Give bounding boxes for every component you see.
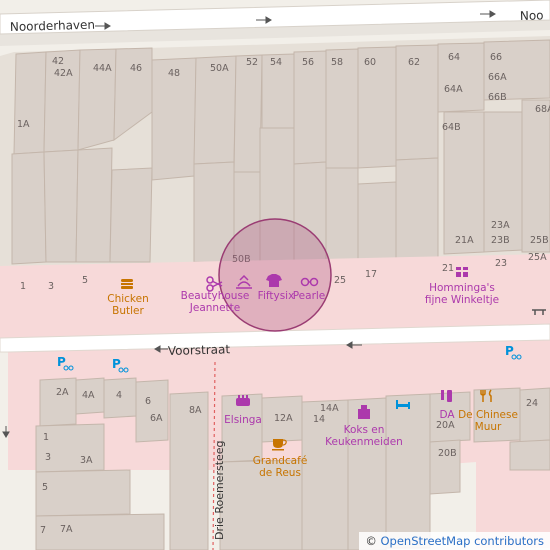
svg-text:54: 54	[270, 57, 282, 68]
poi-label-line: fijne Winkeltje	[425, 294, 499, 306]
attribution: © OpenStreetMap contributors	[359, 532, 550, 550]
svg-text:4: 4	[116, 390, 122, 401]
svg-text:66B: 66B	[488, 92, 507, 103]
poi-label-elsinga[interactable]: Elsinga	[224, 414, 262, 426]
svg-text:1: 1	[20, 281, 26, 292]
svg-text:25: 25	[334, 275, 346, 286]
svg-text:21A: 21A	[455, 235, 474, 246]
svg-text:58: 58	[331, 57, 343, 68]
svg-text:1: 1	[43, 432, 49, 443]
svg-text:64: 64	[448, 52, 460, 63]
svg-text:23: 23	[495, 258, 507, 269]
svg-text:7: 7	[40, 525, 46, 536]
svg-text:3: 3	[45, 452, 51, 463]
svg-text:50A: 50A	[210, 63, 229, 74]
poi-label-chicken-butler[interactable]: Chicken Butler	[107, 293, 149, 317]
poi-label-homminga[interactable]: Homminga's fijne Winkeltje	[425, 282, 499, 306]
svg-text:14A: 14A	[320, 403, 339, 414]
poi-label-line: Homminga's	[429, 282, 495, 294]
poi-label-line: Koks en	[344, 424, 385, 436]
poi-label-da[interactable]: DA	[439, 409, 455, 421]
svg-text:44A: 44A	[93, 63, 112, 74]
poi-label-fiftysix[interactable]: Fiftysix	[258, 290, 295, 302]
map-canvas[interactable]: Noorderhaven Noo Voorstraat Drie Roemers…	[0, 0, 550, 550]
street-label-noorderhaven-right: Noo	[520, 8, 544, 23]
copyright-symbol: ©	[365, 534, 377, 548]
poi-label-beautyhouse[interactable]: Beautyhouse Jeannette	[181, 290, 250, 314]
poi-label-line: Keukenmeiden	[325, 436, 403, 448]
cosmetics-icon[interactable]	[236, 395, 250, 406]
svg-text:56: 56	[302, 57, 314, 68]
poi-label-line: Muur	[475, 421, 502, 433]
svg-text:25A: 25A	[528, 252, 547, 263]
svg-text:42A: 42A	[54, 68, 73, 79]
svg-text:6: 6	[145, 396, 151, 407]
poi-label-pearle[interactable]: Pearle	[293, 290, 326, 302]
svg-text:2A: 2A	[56, 387, 69, 398]
poi-label-line: de Reus	[259, 467, 301, 479]
svg-text:3: 3	[48, 281, 54, 292]
svg-text:24: 24	[526, 398, 538, 409]
street-label-noorderhaven: Noorderhaven	[10, 18, 96, 34]
svg-text:66: 66	[490, 52, 502, 63]
svg-text:60: 60	[364, 57, 376, 68]
poi-label-line: Chicken	[107, 293, 149, 305]
poi-label-line: Beautyhouse	[181, 290, 250, 302]
svg-text:62: 62	[408, 57, 420, 68]
street-label-voorstraat: Voorstraat	[168, 342, 231, 358]
svg-text:25B: 25B	[530, 235, 549, 246]
svg-text:68A: 68A	[535, 104, 550, 115]
svg-text:5: 5	[42, 482, 48, 493]
svg-text:66A: 66A	[488, 72, 507, 83]
svg-text:21: 21	[442, 263, 454, 274]
svg-text:14: 14	[313, 414, 325, 425]
svg-text:5: 5	[82, 275, 88, 286]
poi-label-line: Jeannette	[189, 302, 240, 314]
svg-text:23B: 23B	[491, 235, 510, 246]
svg-text:64B: 64B	[442, 122, 461, 133]
poi-label-line: De Chinese	[458, 409, 518, 421]
svg-text:6A: 6A	[150, 413, 163, 424]
fast-food-icon[interactable]	[121, 279, 133, 289]
svg-text:42: 42	[52, 56, 64, 67]
poi-label-grandcafe[interactable]: Grandcafé de Reus	[253, 455, 308, 479]
svg-text:48: 48	[168, 68, 180, 79]
svg-text:8A: 8A	[189, 405, 202, 416]
street-label-drie-roemersteeg: Drie Roemersteeg	[213, 440, 226, 540]
svg-text:46: 46	[130, 63, 142, 74]
poi-label-line: Butler	[112, 305, 144, 317]
attribution-link[interactable]: OpenStreetMap contributors	[380, 534, 544, 548]
svg-text:20B: 20B	[438, 448, 457, 459]
svg-text:64A: 64A	[444, 84, 463, 95]
poi-label-line: Grandcafé	[253, 455, 308, 467]
svg-text:17: 17	[365, 269, 377, 280]
svg-text:7A: 7A	[60, 524, 73, 535]
svg-text:23A: 23A	[491, 220, 510, 231]
svg-text:3A: 3A	[80, 455, 93, 466]
svg-text:1A: 1A	[17, 119, 30, 130]
svg-text:4A: 4A	[82, 390, 95, 401]
svg-text:52: 52	[246, 57, 258, 68]
svg-text:12A: 12A	[274, 413, 293, 424]
svg-text:20A: 20A	[436, 420, 455, 431]
